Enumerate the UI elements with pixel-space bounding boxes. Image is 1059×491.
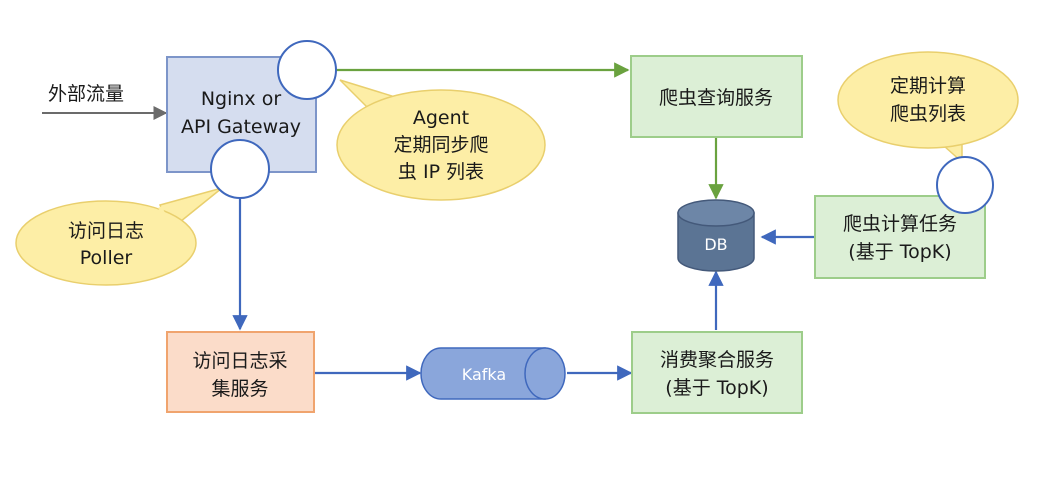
agent-callout-line3: 虫 IP 列表 (398, 161, 484, 183)
poller-callout-line2: Poller (80, 247, 133, 269)
compute-callout-line1: 定期计算 (890, 75, 966, 97)
log-collect-box (166, 331, 315, 413)
gateway-agent-circle (277, 40, 337, 100)
poller-callout-line1: 访问日志 (68, 220, 144, 242)
agent-callout-line1: Agent (413, 107, 469, 129)
agent-callout-line2: 定期同步爬 (393, 134, 488, 156)
kafka-cylinder-end (524, 347, 566, 400)
gateway-label-line2: API Gateway (181, 116, 301, 138)
consume-aggregate-line1: 消费聚合服务 (660, 349, 774, 371)
consume-aggregate-box (631, 331, 803, 414)
db-cylinder-top (677, 199, 755, 227)
kafka-label: Kafka (462, 365, 506, 384)
log-collect-line2: 集服务 (211, 378, 268, 400)
poller-callout-ellipse (15, 200, 197, 286)
gateway-poller-circle (210, 139, 270, 199)
crawler-compute-line1: 爬虫计算任务 (843, 213, 957, 235)
consume-aggregate-line2: (基于 TopK) (665, 377, 768, 399)
crawler-compute-line2: (基于 TopK) (848, 241, 951, 263)
compute-callout-line2: 爬虫列表 (890, 103, 966, 125)
db-label: DB (704, 235, 727, 254)
external-traffic-label: 外部流量 (48, 83, 124, 105)
compute-circle (936, 156, 994, 214)
log-collect-line1: 访问日志采 (192, 350, 287, 372)
gateway-label-line1: Nginx or (201, 88, 282, 110)
compute-callout-ellipse (837, 51, 1019, 149)
crawler-query-label: 爬虫查询服务 (659, 87, 773, 109)
